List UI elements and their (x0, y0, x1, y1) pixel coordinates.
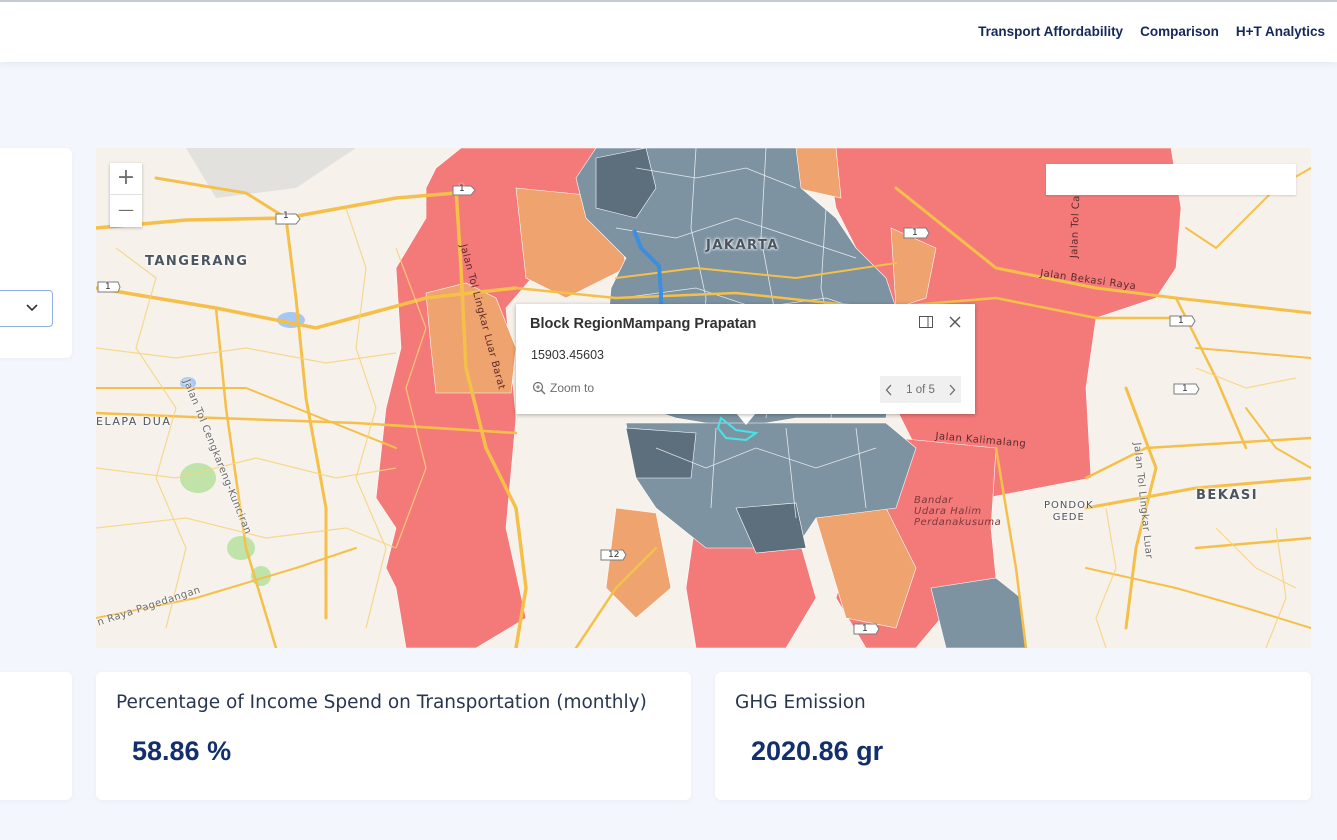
popup-actions (919, 316, 961, 328)
map-shield-label: 1 (105, 282, 111, 292)
chevron-right-icon[interactable] (948, 384, 956, 396)
transport-spend-value: 58.86 % (132, 736, 232, 766)
map-shield-label: 1 (1178, 316, 1184, 326)
map-shield-label: 1 (459, 184, 465, 194)
nav-comparison[interactable]: Comparison (1140, 24, 1219, 39)
map-label-bekasi: BEKASI (1196, 488, 1259, 503)
map-shield-label: 12 (608, 550, 620, 560)
app-header: Transport Affordability Comparison H+T A… (0, 2, 1337, 62)
map-shield-label: 1 (283, 211, 289, 221)
map-label-jakarta: JAKARTA (706, 238, 779, 253)
zoom-controls: + — (110, 163, 142, 227)
map-label-tangerang: TANGERANG (145, 254, 249, 269)
map-label-kelapa-dua: ELAPA DUA (96, 415, 172, 428)
dock-icon[interactable] (919, 316, 933, 328)
zoom-magnifier-icon (532, 381, 546, 395)
map-search-input[interactable] (1046, 164, 1296, 195)
nav-ht-analytics[interactable]: H+T Analytics (1236, 24, 1325, 39)
left-stat-card (0, 672, 72, 800)
main-nav: Transport Affordability Comparison H+T A… (978, 24, 1325, 39)
chevron-left-icon[interactable] (885, 384, 893, 396)
zoom-out-button[interactable]: — (110, 195, 142, 227)
feature-popup: Block RegionMampang Prapatan 15903.45603… (516, 304, 975, 414)
map-shield-label: 1 (862, 624, 868, 634)
transport-spend-card: Percentage of Income Spend on Transporta… (96, 672, 691, 800)
close-icon[interactable] (949, 316, 961, 328)
map-shield-label: 1 (912, 228, 918, 238)
popup-title: Block RegionMampang Prapatan (530, 316, 757, 332)
map-shield-label: 1 (1182, 384, 1188, 394)
ghg-emission-card: GHG Emission 2020.86 gr (715, 672, 1311, 800)
popup-value: 15903.45603 (531, 348, 604, 362)
ghg-emission-title: GHG Emission (735, 692, 866, 713)
region-select[interactable] (0, 290, 53, 327)
map-label-bandara: Bandar Udara Halim Perdanakusuma (914, 495, 1002, 528)
zoom-to-button[interactable]: Zoom to (532, 381, 594, 395)
zoom-to-label: Zoom to (550, 381, 595, 395)
chevron-down-icon (26, 304, 38, 312)
popup-pager: 1 of 5 (880, 376, 961, 403)
map-label-pondok-gede: PONDOK GEDE (1044, 500, 1094, 523)
map-view[interactable]: 1 1 1 1 1 1 12 1 JAKARTA TANGERANG ELAPA… (96, 148, 1311, 648)
popup-pointer (736, 413, 756, 425)
pager-label: 1 of 5 (906, 383, 935, 396)
zoom-in-button[interactable]: + (110, 163, 142, 195)
ghg-emission-value: 2020.86 gr (751, 736, 884, 766)
transport-spend-title: Percentage of Income Spend on Transporta… (116, 692, 647, 713)
nav-transport-affordability[interactable]: Transport Affordability (978, 24, 1123, 39)
